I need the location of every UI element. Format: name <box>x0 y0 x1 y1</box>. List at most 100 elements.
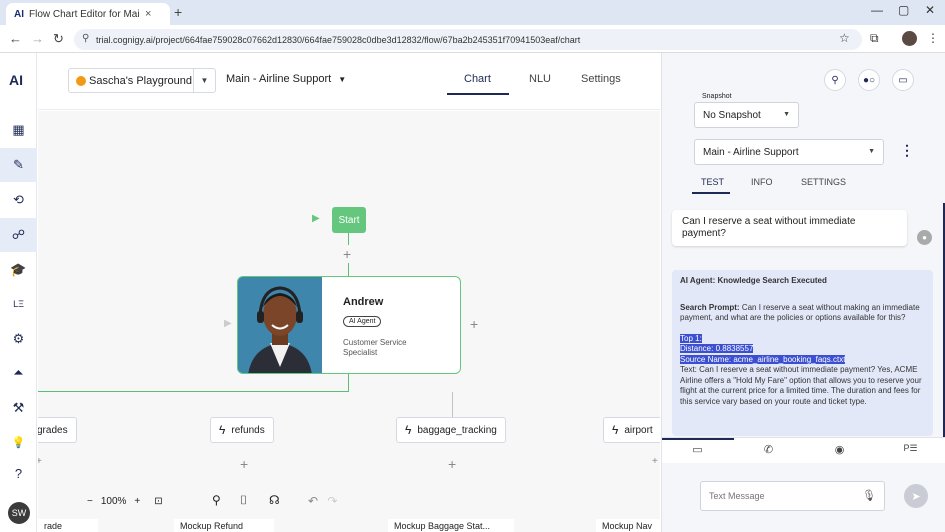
project-selector[interactable]: Sascha's Playground ▼ <box>68 68 216 93</box>
zoom-out-icon[interactable]: − <box>87 496 93 507</box>
tab-settings-panel[interactable]: SETTINGS <box>801 177 846 187</box>
project-color-dot <box>76 76 86 86</box>
ai-agent-node[interactable]: Andrew AI Agent Customer Service Special… <box>237 276 461 374</box>
deploy-icon[interactable]: ⏶ <box>0 356 37 390</box>
agent-avatar <box>238 277 322 373</box>
active-tab-indicator <box>692 192 730 194</box>
add-node-icon[interactable]: + <box>240 456 248 472</box>
restore-icon[interactable]: ▢ <box>898 3 909 17</box>
chevron-down-icon: ▼ <box>868 148 875 155</box>
help-icon[interactable]: ? <box>0 456 37 490</box>
url-text: trial.cognigy.ai/project/664fae759028c07… <box>96 34 581 45</box>
minimize-icon[interactable]: — <box>871 3 883 17</box>
learn-icon[interactable]: 🎓 <box>0 253 37 287</box>
flow-icon[interactable]: ⟲ <box>0 183 37 217</box>
intent-node-grades[interactable]: grades <box>38 417 77 443</box>
cognigy-logo[interactable]: AI <box>9 72 23 88</box>
reload-icon[interactable]: ↻ <box>53 31 64 47</box>
user-avatar[interactable]: SW <box>8 502 30 524</box>
agent-role: Customer Service Specialist <box>343 338 407 357</box>
source-name: Source Name: acme_airline_booking_faqs.c… <box>680 354 846 364</box>
chat-channel-icon[interactable]: ▭ <box>662 443 733 456</box>
flow-selector[interactable]: Main - Airline Support ▼ <box>226 73 346 85</box>
back-icon[interactable]: ← <box>9 31 22 46</box>
send-button[interactable]: ➤ <box>904 484 928 508</box>
mockup-node-label[interactable]: rade <box>38 519 98 532</box>
mockup-node-label[interactable]: Mockup Nav <box>596 519 660 532</box>
connector <box>452 392 453 417</box>
agent-portrait-image <box>238 277 322 373</box>
start-arrow-icon: ▶ <box>312 213 320 224</box>
phone-icon[interactable]: ✆ <box>733 443 804 456</box>
top-label: Top 1: <box>680 333 702 343</box>
window-close-icon[interactable]: ✕ <box>925 3 935 17</box>
new-tab-button[interactable]: + <box>174 4 182 20</box>
chrome-menu-icon[interactable]: ⋮ <box>927 31 939 45</box>
browser-tab[interactable]: AI Flow Chart Editor for Main - AI × <box>6 3 170 25</box>
chat-transcript[interactable]: Can I reserve a seat without immediate p… <box>662 197 945 437</box>
toggle-icon[interactable]: ●○ <box>858 69 880 91</box>
dashboard-icon[interactable]: ▦ <box>0 113 37 147</box>
intent-node-airport[interactable]: ϟ airport <box>603 417 660 443</box>
voice-preview-icon[interactable]: ☊ <box>269 493 280 507</box>
lexicon-icon[interactable]: LΞ <box>0 287 37 321</box>
connector <box>348 263 349 276</box>
tools-icon[interactable]: ⚒ <box>0 391 37 425</box>
chrome-profile-avatar[interactable] <box>902 31 917 46</box>
camera-icon[interactable]: ⌷ <box>240 493 247 508</box>
build-icon[interactable]: ✎ <box>0 148 37 182</box>
agents-icon[interactable]: ☍ <box>0 218 37 252</box>
add-node-icon[interactable]: + <box>470 316 478 332</box>
mockup-node-label[interactable]: Mockup Baggage Stat... <box>388 519 514 532</box>
add-node-icon[interactable]: + <box>652 456 658 467</box>
bot-message: AI Agent: Knowledge Search Executed Sear… <box>672 270 933 436</box>
address-bar-row: ← → ↻ ⚲ trial.cognigy.ai/project/664fae7… <box>0 25 945 53</box>
flow-name: Main - Airline Support <box>226 73 332 85</box>
intent-node-refunds[interactable]: ϟ refunds <box>210 417 274 443</box>
microphone-icon[interactable]: 🎙 <box>862 489 876 502</box>
fit-to-screen-icon[interactable]: ⊡ <box>154 496 162 507</box>
tab-chart[interactable]: Chart <box>464 73 491 85</box>
record-icon[interactable]: ◉ <box>804 443 875 456</box>
connector <box>38 391 349 392</box>
url-field[interactable]: ⚲ trial.cognigy.ai/project/664fae759028c… <box>74 29 862 50</box>
add-node-icon[interactable]: + <box>448 456 456 472</box>
zoom-in-icon[interactable]: + <box>134 496 140 507</box>
flow-select[interactable]: Main - Airline Support ▼ <box>694 139 884 165</box>
search-icon[interactable]: ⚲ <box>212 493 221 507</box>
page-icon[interactable]: P☰ <box>875 443 945 454</box>
chat-icon[interactable]: ▭ <box>892 69 914 91</box>
editor-header: Sascha's Playground ▼ Main - Airline Sup… <box>38 53 660 110</box>
chevron-down-icon[interactable]: ▼ <box>193 69 215 92</box>
ideas-icon[interactable]: 💡 <box>0 425 37 459</box>
start-node[interactable]: Start <box>332 207 366 233</box>
intent-node-baggage-tracking[interactable]: ϟ baggage_tracking <box>396 417 506 443</box>
zoom-level: 100% <box>100 495 127 507</box>
tab-settings[interactable]: Settings <box>581 73 621 85</box>
bookmark-star-icon[interactable]: ☆ <box>839 31 850 45</box>
add-node-icon[interactable]: + <box>38 456 42 467</box>
tab-info[interactable]: INFO <box>751 177 773 187</box>
user-avatar-icon: ● <box>917 230 932 245</box>
tab-nlu[interactable]: NLU <box>529 73 551 85</box>
redo-icon[interactable]: ↷ <box>327 494 337 508</box>
search-icon[interactable]: ⚲ <box>824 69 846 91</box>
lightning-icon: ϟ <box>219 423 226 437</box>
add-node-icon[interactable]: + <box>343 246 351 262</box>
site-info-icon[interactable]: ⚲ <box>82 33 89 44</box>
distance: Distance: 0.8838557 <box>680 344 754 353</box>
undo-icon[interactable]: ↶ <box>308 494 318 508</box>
more-options-icon[interactable]: ⋮ <box>900 142 914 159</box>
tab-test[interactable]: TEST <box>701 177 724 187</box>
close-tab-icon[interactable]: × <box>145 8 151 20</box>
integrations-icon[interactable]: ⚙ <box>0 322 37 356</box>
flow-canvas[interactable]: ▶ Start + ▶ Andrew AI Agent Customer Ser… <box>38 111 660 532</box>
mockup-node-label[interactable]: Mockup Refund <box>174 519 274 532</box>
connector <box>348 374 349 392</box>
extensions-icon[interactable]: ⧉ <box>870 31 879 46</box>
snapshot-select[interactable]: No Snapshot ▼ <box>694 102 799 128</box>
canvas-tools: ⚲ ⌷ ☊ <box>203 486 293 516</box>
node-label: refunds <box>231 424 265 436</box>
forward-icon[interactable]: → <box>31 31 44 46</box>
message-input[interactable] <box>700 481 885 511</box>
